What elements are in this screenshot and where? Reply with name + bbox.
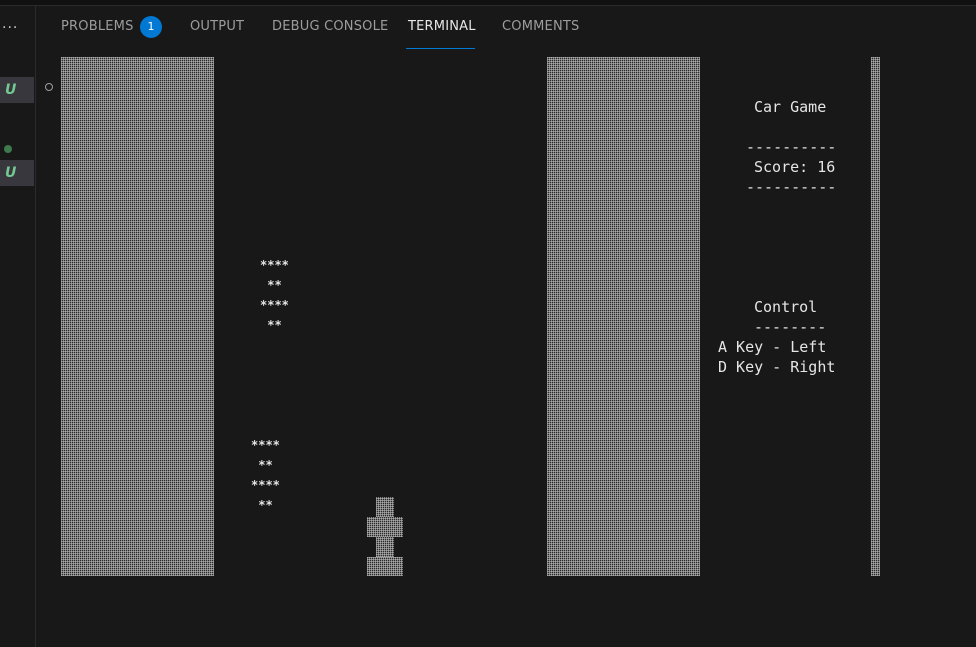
tab-output[interactable]: OUTPUT (190, 19, 244, 34)
left-road-border (61, 57, 214, 576)
tab-problems[interactable]: PROBLEMS (61, 19, 134, 34)
more-actions-icon[interactable]: ··· (2, 20, 18, 36)
terminal-decoration-circle-icon (45, 83, 53, 91)
problems-count-badge: 1 (140, 16, 162, 38)
enemy-car-row: ** (260, 318, 289, 332)
player-car-block (367, 517, 403, 537)
untracked-file-indicator[interactable]: U (0, 77, 34, 103)
enemy-car-row: ** (251, 498, 280, 512)
score-divider: ---------- (746, 138, 837, 156)
enemy-car-row: **** (251, 478, 280, 492)
player-car-block (376, 537, 394, 557)
enemy-car-row: **** (251, 438, 280, 452)
panel-tabs: PROBLEMS 1 OUTPUT DEBUG CONSOLE TERMINAL… (36, 6, 976, 49)
game-frame-right-edge (871, 57, 880, 576)
control-left-key: A Key - Left (718, 338, 827, 356)
enemy-car-row: **** (260, 258, 289, 272)
active-tab-underline (406, 48, 475, 49)
modified-dot-icon (4, 145, 12, 153)
tab-comments[interactable]: COMMENTS (502, 19, 579, 34)
player-car-block (367, 557, 403, 576)
tab-terminal[interactable]: TERMINAL (408, 19, 476, 34)
tab-debug-console[interactable]: DEBUG CONSOLE (272, 19, 388, 34)
game-title: Car Game (754, 98, 827, 116)
control-title: Control (754, 298, 818, 316)
control-right-key: D Key - Right (718, 358, 836, 376)
player-car-block (376, 497, 394, 517)
right-road-border (547, 57, 700, 576)
score-divider: ---------- (746, 178, 837, 196)
enemy-car-row: **** (260, 298, 289, 312)
untracked-file-indicator[interactable]: U (0, 160, 34, 186)
enemy-car-row: ** (251, 458, 280, 472)
enemy-car-row: ** (260, 278, 289, 292)
score-text: Score: 16 (754, 158, 836, 176)
control-divider: -------- (754, 318, 827, 336)
left-sidebar: ··· U U (0, 6, 36, 647)
